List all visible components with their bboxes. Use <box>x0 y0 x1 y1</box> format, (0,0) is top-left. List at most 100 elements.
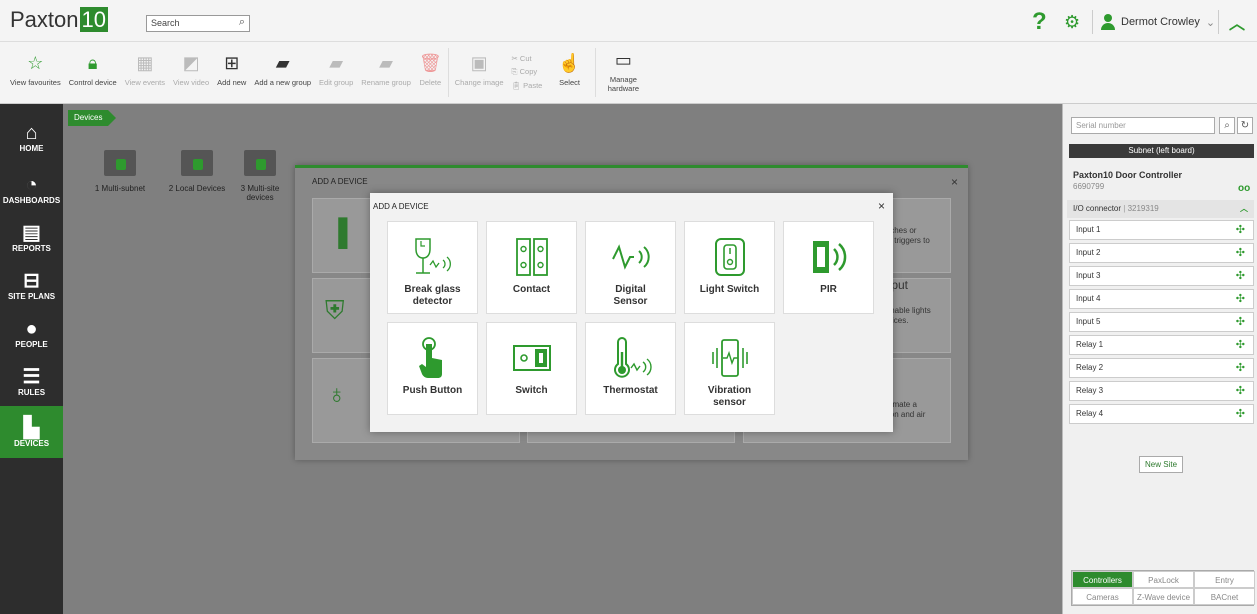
drag-handle-icon[interactable]: ✣ <box>1236 336 1245 354</box>
view-events-button[interactable]: ▦ View events <box>121 42 169 103</box>
new-site-button[interactable]: New Site <box>1139 456 1184 473</box>
tab-controllers[interactable]: Controllers <box>1072 571 1133 588</box>
drag-handle-icon[interactable]: ✣ <box>1236 290 1245 308</box>
light-switch-icon <box>709 234 751 280</box>
home-icon: ⌂ <box>25 121 38 144</box>
reports-icon: ▤ <box>22 221 41 244</box>
tab-bacnet[interactable]: BACnet <box>1194 588 1255 605</box>
site-plans-icon: ⊟ <box>23 269 40 292</box>
drag-handle-icon[interactable]: ✣ <box>1236 267 1245 285</box>
change-image-button[interactable]: ▣ Change image <box>451 42 508 103</box>
folder-lock-icon <box>181 150 213 176</box>
io-row[interactable]: Input 1 ✣ <box>1069 220 1254 240</box>
drag-handle-icon[interactable]: ✣ <box>1236 244 1245 262</box>
cut-button[interactable]: ✂ Cut <box>512 54 543 63</box>
sidebar: ⌂ HOME ◔ DASHBOARDS ▤ REPORTS ⊟ SITE PLANS ●… <box>0 104 63 614</box>
drag-handle-icon[interactable]: ✣ <box>1236 221 1245 239</box>
delete-button[interactable]: 🗑︎ Delete <box>415 42 446 103</box>
link-icon: oo <box>1238 183 1251 194</box>
nav-dashboards[interactable]: ◔ DASHBOARDS <box>0 166 63 212</box>
folder-rename-icon: ▰ <box>379 53 393 73</box>
add-new-group-button[interactable]: ▰ Add a new group <box>250 42 315 103</box>
shield-bell-icon: ⛨ <box>325 295 345 325</box>
folder-item[interactable]: 3 Multi-site devices <box>230 150 290 202</box>
device-label: Light Switch <box>699 284 760 295</box>
close-icon[interactable]: × <box>951 175 958 189</box>
breadcrumb[interactable]: Devices <box>68 110 118 126</box>
break-glass-icon <box>412 234 454 280</box>
collapse-toolbar-icon[interactable]: ︿ <box>1218 10 1245 34</box>
serial-number-input[interactable]: Serial number <box>1071 117 1215 134</box>
io-connector-header[interactable]: I/O connector | 3219319 ︿ <box>1067 200 1254 218</box>
device-card-pir[interactable]: PIR <box>783 221 874 314</box>
digital-sensor-icon <box>609 234 653 280</box>
manage-hardware-button[interactable]: ▭ Manage hardware <box>598 42 649 103</box>
select-button[interactable]: ☝ Select <box>546 42 592 103</box>
io-row[interactable]: Input 2 ✣ <box>1069 243 1254 263</box>
search-icon[interactable]: ⌕ <box>1219 117 1235 134</box>
subnet-header: Subnet (left board) <box>1069 144 1254 158</box>
drag-handle-icon[interactable]: ✣ <box>1236 313 1245 331</box>
folder-item[interactable]: 1 Multi-subnet <box>80 150 160 193</box>
tab-paxlock[interactable]: PaxLock <box>1133 571 1194 588</box>
refresh-icon[interactable]: ↻ <box>1237 117 1253 134</box>
door-icon: ▐ <box>329 217 348 247</box>
add-new-button[interactable]: ⊞ Add new <box>213 42 250 103</box>
nav-home[interactable]: ⌂ HOME <box>0 114 63 160</box>
rename-group-button[interactable]: ▰ Rename group <box>357 42 415 103</box>
chevron-down-icon: ⌄ <box>1205 16 1216 29</box>
device-card-light-switch[interactable]: Light Switch <box>684 221 775 314</box>
nav-devices[interactable]: ▙ DEVICES <box>0 406 63 458</box>
image-icon: ▣ <box>470 53 488 73</box>
folder-edit-icon: ▰ <box>329 53 344 73</box>
tab-entry[interactable]: Entry <box>1194 571 1255 588</box>
folder-lock-icon <box>104 150 136 176</box>
device-card-push-button[interactable]: Push Button <box>387 322 478 415</box>
device-card-thermostat[interactable]: Thermostat <box>585 322 676 415</box>
view-video-button[interactable]: ◩ View video <box>169 42 213 103</box>
drag-handle-icon[interactable]: ✣ <box>1236 405 1245 423</box>
vibration-sensor-icon <box>708 335 752 381</box>
search-icon[interactable]: ⌕ <box>239 15 245 30</box>
device-type-tabs: Controllers PaxLock Entry Cameras Z-Wave… <box>1071 570 1255 606</box>
close-icon[interactable]: × <box>878 199 885 213</box>
device-card-switch[interactable]: Switch <box>486 322 577 415</box>
events-icon: ▦ <box>136 53 154 73</box>
io-row[interactable]: Input 5 ✣ <box>1069 312 1254 332</box>
hardware-icon: ▭ <box>614 50 632 70</box>
folder-item[interactable]: 2 Local Devices <box>157 150 237 193</box>
push-button-icon <box>412 335 454 381</box>
io-row[interactable]: Relay 1 ✣ <box>1069 335 1254 355</box>
paste-button[interactable]: 📋︎ Paste <box>512 81 543 90</box>
nav-site-plans[interactable]: ⊟ SITE PLANS <box>0 262 63 308</box>
device-card-contact[interactable]: Contact <box>486 221 577 314</box>
io-row[interactable]: Relay 3 ✣ <box>1069 381 1254 401</box>
user-menu[interactable]: Dermot Crowley ⌄ <box>1092 10 1215 34</box>
chevron-up-icon[interactable]: ︿ <box>1240 200 1248 218</box>
nav-people[interactable]: ● PEOPLE <box>0 310 63 356</box>
copy-button[interactable]: ⎘ Copy <box>512 67 543 77</box>
io-row[interactable]: Relay 2 ✣ <box>1069 358 1254 378</box>
star-icon: ☆ <box>27 53 44 73</box>
drag-handle-icon[interactable]: ✣ <box>1236 359 1245 377</box>
device-label: Push Button <box>402 385 463 396</box>
io-row[interactable]: Relay 4 ✣ <box>1069 404 1254 424</box>
device-card-break-glass[interactable]: Break glass detector <box>387 221 478 314</box>
tab-cameras[interactable]: Cameras <box>1072 588 1133 605</box>
io-row[interactable]: Input 4 ✣ <box>1069 289 1254 309</box>
controller-item[interactable]: Paxton10 Door Controller 6690799 <box>1073 170 1182 191</box>
device-card-digital-sensor[interactable]: Digital Sensor <box>585 221 676 314</box>
tab-zwave-device[interactable]: Z-Wave device <box>1133 588 1194 605</box>
io-row[interactable]: Input 3 ✣ <box>1069 266 1254 286</box>
settings-gears-icon[interactable]: ⚙ <box>1064 12 1080 33</box>
control-device-button[interactable]: 🔒︎ Control device <box>65 42 121 103</box>
device-card-vibration-sensor[interactable]: Vibration sensor <box>684 322 775 415</box>
help-icon[interactable]: ? <box>1032 8 1047 36</box>
nav-rules[interactable]: ☰ RULES <box>0 358 63 404</box>
trash-icon: 🗑︎ <box>418 53 442 73</box>
drag-handle-icon[interactable]: ✣ <box>1236 382 1245 400</box>
nav-reports[interactable]: ▤ REPORTS <box>0 214 63 260</box>
view-favourites-button[interactable]: ☆ View favourites <box>0 42 65 103</box>
search-input[interactable]: Search ⌕ <box>146 15 250 32</box>
edit-group-button[interactable]: ▰ Edit group <box>315 42 357 103</box>
